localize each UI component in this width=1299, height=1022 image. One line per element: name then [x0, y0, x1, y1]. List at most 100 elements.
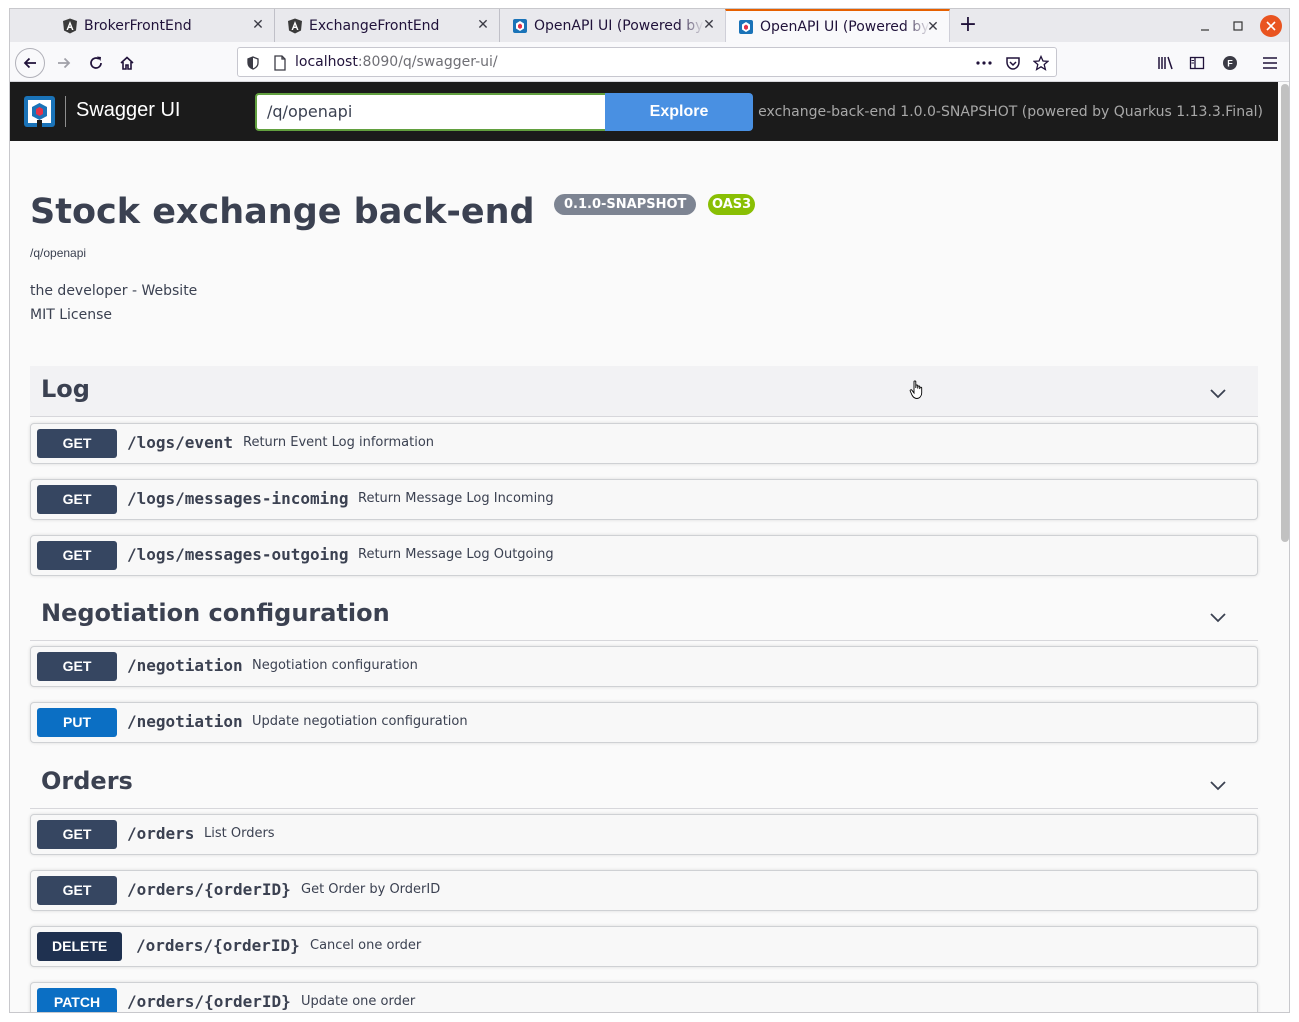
back-button[interactable]	[15, 48, 45, 78]
vertical-scrollbar[interactable]	[1281, 84, 1289, 542]
sidebar-button[interactable]	[1182, 48, 1212, 78]
tag-title: Log	[41, 375, 90, 403]
operation-path: /negotiation	[127, 656, 243, 675]
tab-openapi-ui-1[interactable]: OpenAPI UI (Powered by ✕	[500, 9, 725, 42]
chevron-down-icon[interactable]	[1208, 607, 1228, 627]
hamburger-menu-icon	[1263, 57, 1277, 69]
operation-path: /orders/{orderID}	[136, 936, 300, 955]
operation-path: /negotiation	[127, 712, 243, 731]
quarkus-icon	[738, 19, 754, 35]
oas-badge: OAS3	[708, 194, 756, 215]
chevron-down-icon[interactable]	[1208, 383, 1228, 403]
forward-arrow-icon	[58, 57, 71, 69]
close-tab-icon[interactable]: ✕	[925, 19, 941, 35]
tab-title: OpenAPI UI (Powered by	[534, 17, 704, 34]
operation-summary: List Orders	[204, 826, 275, 841]
operation-path: /orders/{orderID}	[127, 880, 291, 899]
swagger-brand-name: Swagger UI	[76, 99, 181, 121]
operation-summary: Return Event Log information	[243, 435, 435, 450]
account-button[interactable]: F	[1215, 48, 1245, 78]
angular-icon	[62, 18, 78, 34]
operation-get-negotiation[interactable]: GET /negotiation Negotiation configurati…	[30, 646, 1258, 687]
url-host: localhost	[295, 54, 358, 70]
operation-patch-order[interactable]: PATCH /orders/{orderID} Update one order	[30, 982, 1258, 1012]
quarkus-icon	[512, 18, 528, 34]
library-button[interactable]	[1151, 48, 1181, 78]
explore-button[interactable]: Explore	[605, 93, 753, 131]
method-badge: DELETE	[37, 932, 123, 961]
library-icon	[1158, 56, 1173, 70]
operation-path: /orders	[127, 824, 195, 843]
api-title: Stock exchange back-end	[30, 192, 535, 232]
operation-summary: Get Order by OrderID	[301, 882, 441, 897]
contact-link[interactable]: the developer - Website	[30, 283, 197, 299]
reload-icon	[90, 56, 102, 69]
home-button[interactable]	[112, 48, 142, 78]
method-badge: PATCH	[37, 988, 117, 1012]
version-badge: 0.1.0-SNAPSHOT	[554, 194, 697, 215]
method-badge: GET	[37, 876, 117, 905]
page-info-icon[interactable]	[272, 55, 288, 71]
spec-url-input[interactable]: /q/openapi	[255, 93, 605, 131]
url-text: localhost:8090/q/swagger-ui/	[295, 54, 498, 70]
swagger-logo-icon	[24, 96, 55, 127]
operation-put-negotiation[interactable]: PUT /negotiation Update negotiation conf…	[30, 702, 1258, 743]
tab-title: OpenAPI UI (Powered by	[760, 18, 930, 35]
method-badge: GET	[37, 485, 117, 514]
maximize-icon[interactable]	[1229, 17, 1247, 35]
operation-get-orders[interactable]: GET /orders List Orders	[30, 814, 1258, 855]
tab-openapi-ui-2[interactable]: OpenAPI UI (Powered by ✕	[725, 9, 950, 42]
navigation-bar: localhost:8090/q/swagger-ui/ F	[10, 42, 1289, 82]
logo-divider	[65, 96, 66, 127]
method-badge: GET	[37, 652, 117, 681]
close-window-icon[interactable]	[1260, 15, 1282, 37]
operation-path: /orders/{orderID}	[127, 992, 291, 1011]
close-tab-icon[interactable]: ✕	[701, 17, 717, 33]
menu-button[interactable]	[1255, 48, 1285, 78]
browser-window: BrokerFrontEnd ✕ ExchangeFrontEnd ✕ Open…	[9, 8, 1290, 1013]
close-tab-icon[interactable]: ✕	[250, 17, 266, 33]
tab-title: ExchangeFrontEnd	[309, 17, 440, 34]
operation-summary: Return Message Log Outgoing	[358, 547, 554, 562]
hand-cursor-icon	[909, 380, 923, 399]
license-link[interactable]: MIT License	[30, 307, 112, 323]
operation-delete-order[interactable]: DELETE /orders/{orderID} Cancel one orde…	[30, 926, 1258, 967]
operation-summary: Cancel one order	[310, 938, 422, 953]
pocket-icon[interactable]	[1005, 55, 1021, 71]
operation-get-logs-event[interactable]: GET /logs/event Return Event Log informa…	[30, 423, 1258, 464]
angular-icon	[287, 18, 303, 34]
shield-icon[interactable]	[245, 55, 261, 71]
address-bar[interactable]: localhost:8090/q/swagger-ui/	[237, 47, 1057, 77]
tab-broker-frontend[interactable]: BrokerFrontEnd ✕	[50, 9, 275, 42]
close-tab-icon[interactable]: ✕	[475, 17, 491, 33]
reload-button[interactable]	[81, 48, 111, 78]
chevron-down-icon[interactable]	[1208, 775, 1228, 795]
spec-link[interactable]: /q/openapi	[30, 246, 86, 260]
bookmark-star-icon[interactable]	[1033, 55, 1049, 71]
tag-section-orders[interactable]: Orders	[30, 758, 1258, 809]
operation-summary: Return Message Log Incoming	[358, 491, 554, 506]
operation-path: /logs/event	[127, 433, 233, 452]
swagger-topbar: Swagger UI /q/openapi Explore exchange-b…	[10, 82, 1278, 141]
forward-button[interactable]	[49, 48, 79, 78]
new-tab-button[interactable]: +	[956, 14, 980, 38]
operation-get-logs-messages-outgoing[interactable]: GET /logs/messages-outgoing Return Messa…	[30, 535, 1258, 576]
tab-bar: BrokerFrontEnd ✕ ExchangeFrontEnd ✕ Open…	[10, 9, 1289, 42]
page-viewport: Swagger UI /q/openapi Explore exchange-b…	[10, 82, 1289, 1012]
home-icon	[120, 56, 134, 70]
operation-get-order-by-id[interactable]: GET /orders/{orderID} Get Order by Order…	[30, 870, 1258, 911]
tag-title: Negotiation configuration	[41, 599, 390, 627]
tag-section-negotiation-configuration[interactable]: Negotiation configuration	[30, 590, 1258, 641]
operation-get-logs-messages-incoming[interactable]: GET /logs/messages-incoming Return Messa…	[30, 479, 1258, 520]
minimize-icon[interactable]	[1196, 17, 1214, 35]
back-arrow-icon	[23, 57, 36, 69]
operation-path: /logs/messages-incoming	[127, 489, 349, 508]
more-actions-icon[interactable]	[976, 55, 992, 71]
tag-title: Orders	[41, 767, 133, 795]
operation-summary: Update one order	[301, 994, 416, 1009]
tab-exchange-frontend[interactable]: ExchangeFrontEnd ✕	[275, 9, 500, 42]
method-badge: GET	[37, 820, 117, 849]
method-badge: GET	[37, 541, 117, 570]
tag-section-log[interactable]: Log	[30, 366, 1258, 417]
powered-by-text: exchange-back-end 1.0.0-SNAPSHOT (powere…	[758, 104, 1263, 120]
